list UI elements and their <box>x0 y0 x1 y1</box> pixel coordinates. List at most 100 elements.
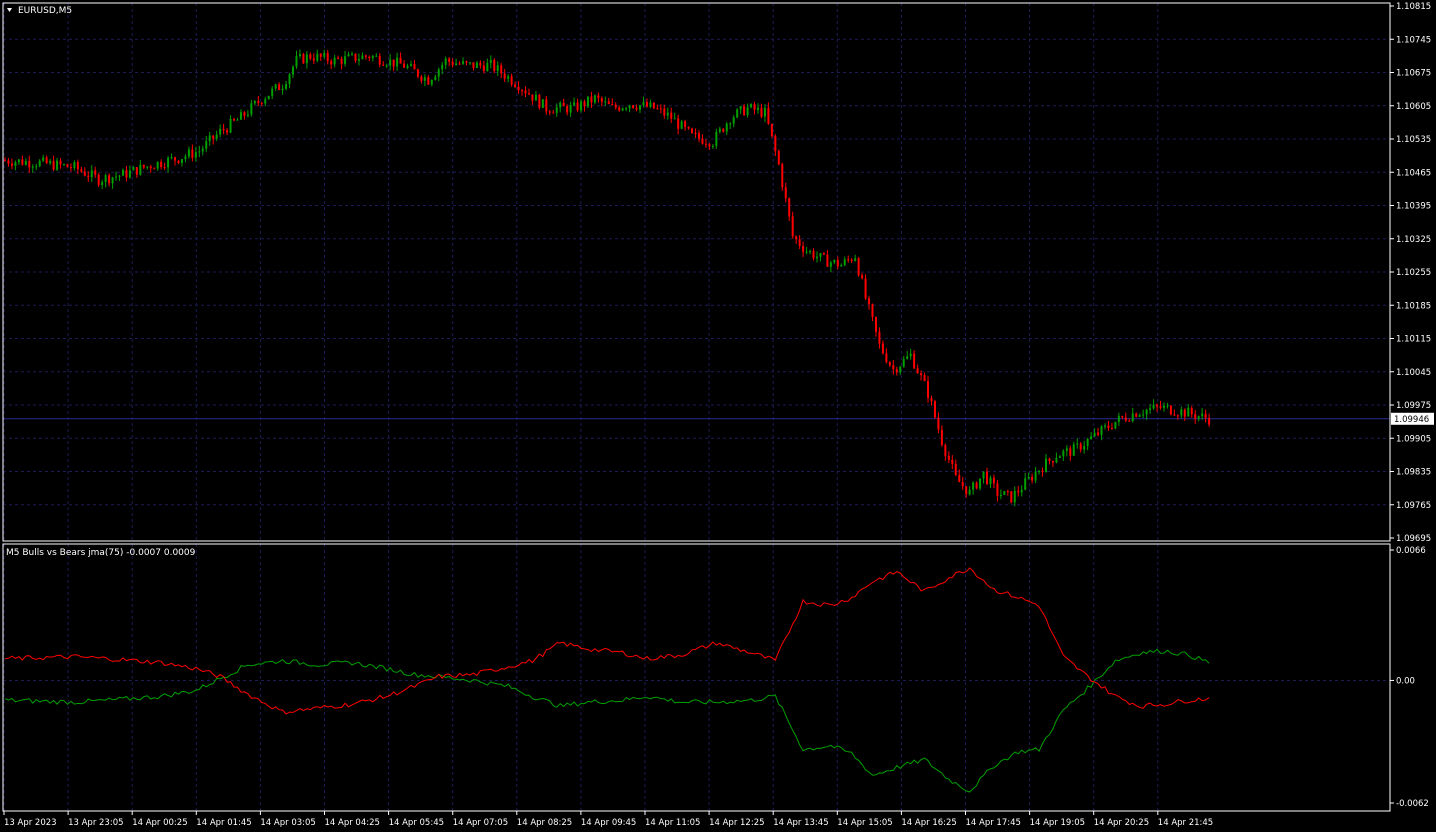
main-grid <box>3 3 1390 541</box>
candle <box>1173 409 1176 417</box>
candle <box>906 350 909 360</box>
candle <box>149 164 152 173</box>
candle <box>243 111 246 120</box>
candle-body <box>118 175 121 177</box>
candle-body <box>486 62 489 72</box>
candle <box>559 101 562 113</box>
bulls-line <box>4 648 1210 793</box>
price-tick-label: 1.10255 <box>1396 268 1431 278</box>
candle <box>514 81 517 89</box>
candle-body <box>42 157 45 161</box>
time-tick-label: 14 Apr 17:45 <box>966 818 1021 828</box>
candle <box>1187 404 1190 417</box>
candle <box>285 80 288 91</box>
candle-body <box>798 239 801 246</box>
candle <box>198 145 201 158</box>
candle-body <box>423 77 426 81</box>
candle-body <box>534 94 537 101</box>
candle <box>1169 404 1172 416</box>
candle-body <box>829 262 832 267</box>
candle <box>482 60 485 74</box>
candle <box>580 99 583 113</box>
candle <box>236 117 239 121</box>
candle <box>420 75 423 84</box>
candle <box>378 53 381 68</box>
candle-body <box>385 65 388 67</box>
candle-body <box>947 455 950 460</box>
candle <box>493 58 496 74</box>
chart-canvas[interactable]: 1.10815 1.10745 1.10675 1.10605 1.10535 1.104… <box>0 0 1436 832</box>
candle <box>777 149 780 166</box>
candle <box>430 79 433 87</box>
candle <box>288 73 291 89</box>
price-tick-label: 1.10395 <box>1396 202 1431 212</box>
candle-body <box>930 397 933 402</box>
candle <box>1201 408 1204 420</box>
candle-body <box>1201 413 1204 417</box>
candle <box>805 247 808 255</box>
candle <box>1031 473 1034 484</box>
candle-body <box>559 102 562 108</box>
candle <box>1072 441 1075 456</box>
candle <box>1194 410 1197 424</box>
candle-body <box>184 156 187 160</box>
candle <box>989 475 992 489</box>
candle <box>930 395 933 406</box>
candle <box>711 144 714 149</box>
candle <box>979 478 982 491</box>
candle-body <box>45 157 48 164</box>
candle-body <box>760 107 763 117</box>
candle-body <box>236 119 239 121</box>
candle <box>895 366 898 376</box>
candle-body <box>382 64 385 66</box>
price-tick-label: 1.10045 <box>1396 368 1431 378</box>
candle <box>278 82 281 91</box>
candle-body <box>180 159 183 163</box>
price-tick-label: 1.09975 <box>1396 401 1431 411</box>
candle-body <box>524 90 527 94</box>
time-tick-label: 14 Apr 12:25 <box>709 818 764 828</box>
candle-body <box>340 58 343 64</box>
candle-body <box>871 304 874 317</box>
candle-body <box>305 54 308 64</box>
candle-body <box>371 56 374 59</box>
candle-body <box>413 64 416 70</box>
candle-body <box>632 105 635 108</box>
candle <box>538 93 541 110</box>
candle <box>337 55 340 60</box>
candle-body <box>69 167 72 169</box>
candle <box>392 59 395 72</box>
candle-body <box>146 166 149 168</box>
candle-body <box>961 482 964 487</box>
candle <box>1079 442 1082 453</box>
dropdown-triangle-icon[interactable] <box>7 8 12 12</box>
candle-body <box>927 381 930 398</box>
candle-body <box>1017 490 1020 493</box>
symbol-title[interactable]: EURUSD,M5 <box>7 6 72 16</box>
candle <box>434 74 437 81</box>
candle-body <box>14 162 17 166</box>
candle-body <box>986 471 989 485</box>
candle-body <box>246 114 249 116</box>
candle <box>791 211 794 239</box>
candle <box>465 60 468 66</box>
candle-body <box>278 84 281 91</box>
candle-body <box>968 489 971 495</box>
candle <box>462 57 465 65</box>
candle <box>788 197 791 222</box>
candle-body <box>1169 405 1172 415</box>
candle-body <box>895 369 898 373</box>
candle-body <box>1159 406 1162 408</box>
candle <box>694 128 697 138</box>
candle-body <box>868 298 871 305</box>
candle-body <box>743 106 746 116</box>
candle-body <box>76 162 79 170</box>
indicator-frame <box>2 543 1391 812</box>
candle-body <box>1142 414 1145 416</box>
candle <box>344 50 347 67</box>
candle <box>909 348 912 360</box>
candle <box>406 63 409 70</box>
candle-body <box>378 55 381 65</box>
candle <box>1135 412 1138 418</box>
candle-body <box>437 69 440 77</box>
